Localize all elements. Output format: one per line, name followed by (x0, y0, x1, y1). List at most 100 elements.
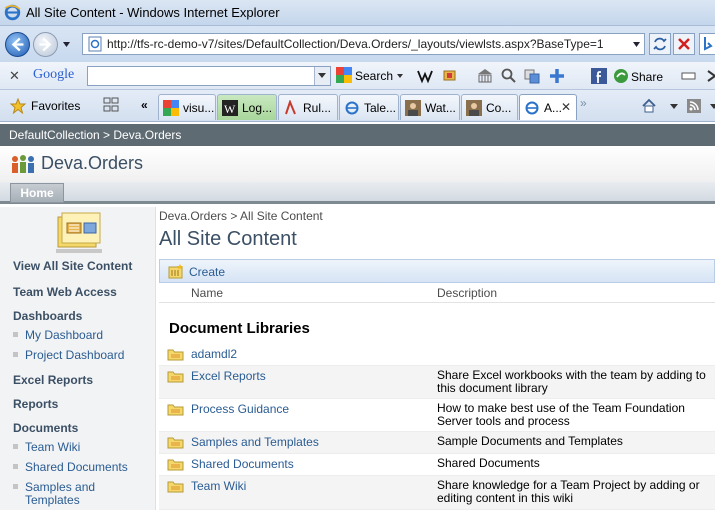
back-button[interactable] (5, 32, 30, 57)
bing-icon (704, 37, 713, 51)
global-breadcrumb-text[interactable]: DefaultCollection > Deva.Orders (9, 128, 181, 142)
arrow-right-icon (39, 37, 52, 52)
library-name[interactable]: Team Wiki (191, 479, 246, 493)
quick-tabs-icon[interactable] (103, 97, 121, 113)
tab-label: A... (544, 101, 563, 115)
tab-log[interactable]: W Log... (217, 94, 277, 120)
library-name[interactable]: Process Guidance (191, 402, 289, 416)
plus-icon[interactable] (548, 67, 566, 85)
site-title[interactable]: Deva.Orders (41, 153, 143, 174)
tab-label: Wat... (425, 101, 456, 115)
project-dashboard-link[interactable]: Project Dashboard (13, 349, 124, 362)
chevron-down-icon[interactable] (708, 98, 715, 114)
tab-scroll-right[interactable]: » (580, 96, 606, 118)
tab-label: Rul... (303, 101, 332, 115)
chevron-down-icon (397, 74, 404, 78)
my-dashboard-label: My Dashboard (25, 328, 104, 342)
toolbar-close-button[interactable]: ✕ (9, 68, 20, 84)
chevron-right-icon[interactable] (703, 67, 715, 85)
url-dropdown-icon[interactable] (632, 40, 641, 49)
library-description: Sample Documents and Templates (437, 435, 623, 448)
site-content-icon (56, 212, 102, 253)
refresh-button[interactable] (649, 33, 671, 55)
library-name[interactable]: Shared Documents (191, 457, 294, 471)
google-search-dropdown[interactable] (314, 67, 330, 85)
page-breadcrumb[interactable]: Deva.Orders > All Site Content (159, 209, 323, 223)
column-header-description[interactable]: Description (437, 286, 497, 300)
excel-reports-heading[interactable]: Excel Reports (13, 373, 93, 387)
column-header-name[interactable]: Name (191, 286, 223, 300)
share-icon (614, 69, 628, 83)
address-bar[interactable]: http://tfs-rc-demo-v7/sites/DefaultColle… (82, 33, 645, 55)
project-dashboard-label: Project Dashboard (25, 348, 125, 362)
home-icon[interactable] (641, 98, 657, 114)
list-toolbar: Create (159, 259, 715, 283)
tab-all-site-content[interactable]: A... ✕ (519, 94, 577, 120)
wikipedia-icon[interactable] (416, 67, 434, 85)
options-icon[interactable] (680, 67, 698, 85)
list-item[interactable]: Process Guidance How to make best use of… (159, 399, 715, 432)
folder-icon (167, 459, 184, 471)
tab-scroll-left[interactable]: « (141, 98, 148, 112)
list-item[interactable]: Shared Documents Shared Documents (159, 454, 715, 476)
library-name[interactable]: Samples and Templates (191, 435, 319, 449)
my-dashboard-link[interactable]: My Dashboard (13, 329, 103, 342)
list-item[interactable]: adamdl2 (159, 344, 715, 366)
magnifier-icon[interactable] (500, 67, 518, 85)
team-web-access-link[interactable]: Team Web Access (13, 285, 117, 299)
building-icon[interactable] (476, 67, 494, 85)
dashboards-heading[interactable]: Dashboards (13, 309, 82, 323)
favorites-tab-bar: Favorites « visu... W Log... Rul... Tale… (0, 90, 715, 122)
reports-heading[interactable]: Reports (13, 397, 58, 411)
shared-documents-label: Shared Documents (25, 460, 128, 474)
google-search-input[interactable] (87, 66, 331, 86)
tab-home[interactable]: Home (10, 183, 64, 203)
team-wiki-link[interactable]: Team Wiki (13, 441, 80, 454)
recent-pages-dropdown-icon[interactable] (62, 40, 71, 49)
google-logo: Google (33, 67, 74, 83)
folder-icon (167, 371, 184, 383)
rss-feed-icon[interactable] (686, 98, 702, 114)
library-name[interactable]: adamdl2 (191, 347, 237, 361)
tab-rul[interactable]: Rul... (278, 94, 338, 120)
documents-heading[interactable]: Documents (13, 421, 78, 435)
create-button[interactable]: Create (189, 265, 225, 279)
tab-wat[interactable]: Wat... (400, 94, 460, 120)
ie-logo-icon (4, 4, 21, 21)
quick-launch: View All Site Content Team Web Access Da… (0, 207, 156, 510)
refresh-icon (653, 37, 667, 51)
tab-co[interactable]: Co... (461, 94, 518, 120)
forward-button[interactable] (33, 32, 58, 57)
samples-and-templates-link[interactable]: Samples and Templates (13, 481, 95, 507)
list-item[interactable]: Team Wiki Share knowledge for a Team Pro… (159, 476, 715, 510)
facebook-icon[interactable] (590, 67, 608, 85)
ie-page-icon (345, 101, 359, 115)
share-button[interactable]: Share (613, 68, 663, 84)
view-all-site-content-link[interactable]: View All Site Content (13, 259, 132, 273)
translate-icon[interactable] (523, 67, 541, 85)
shared-documents-link[interactable]: Shared Documents (13, 461, 128, 474)
favorites-star-icon[interactable] (10, 98, 26, 114)
google-search-button[interactable]: Search (336, 67, 404, 85)
tab-visu[interactable]: visu... (158, 94, 216, 120)
list-item[interactable]: Samples and Templates Sample Documents a… (159, 432, 715, 454)
bullet (13, 444, 18, 449)
tab-label: Co... (486, 101, 512, 115)
site-header: Deva.Orders (0, 146, 715, 182)
tab-tale[interactable]: Tale... (339, 94, 399, 120)
list-item[interactable]: Excel Reports Share Excel workbooks with… (159, 366, 715, 399)
favorites-button[interactable]: Favorites (31, 99, 80, 113)
bookmark-icon[interactable] (441, 67, 459, 85)
stop-button[interactable] (673, 33, 695, 55)
google-search-label: Search (355, 69, 394, 83)
chevron-down-icon[interactable] (666, 98, 682, 114)
tab-close-icon[interactable]: ✕ (561, 100, 571, 114)
global-breadcrumb: DefaultCollection > Deva.Orders (0, 124, 715, 146)
window-title-bar: All Site Content - Windows Internet Expl… (0, 0, 715, 26)
library-name[interactable]: Excel Reports (191, 369, 266, 383)
wikipedia-icon: W (222, 100, 238, 116)
library-description: Shared Documents (437, 457, 540, 470)
share-label: Share (631, 70, 664, 84)
live-search-box[interactable] (699, 33, 715, 55)
page-icon (88, 36, 102, 52)
